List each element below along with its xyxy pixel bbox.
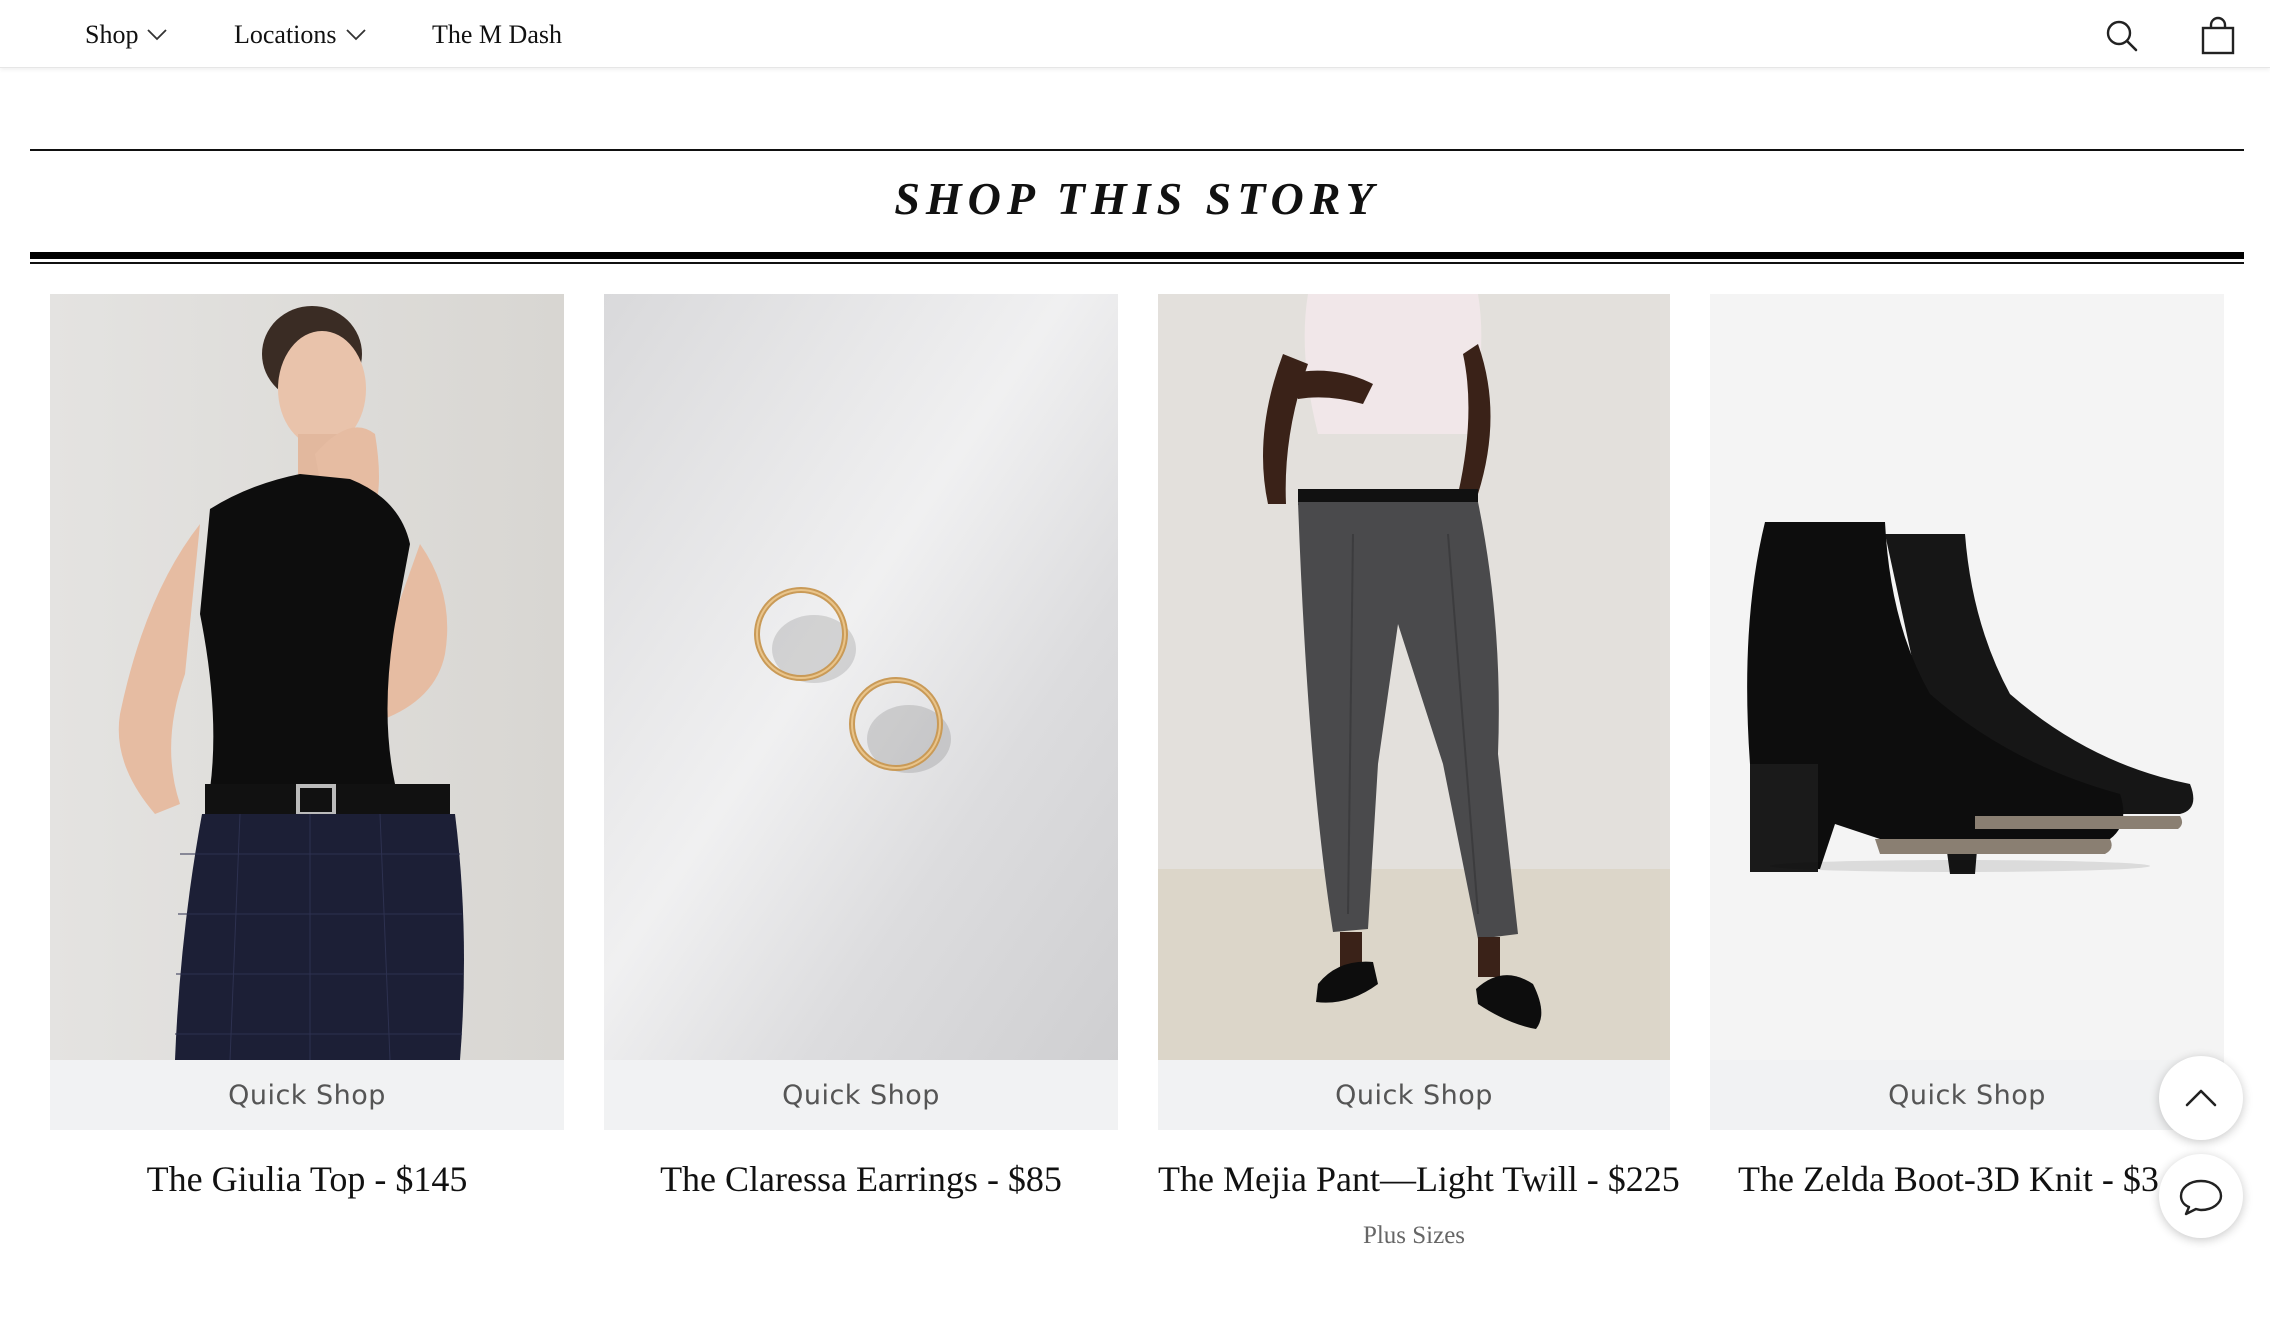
product-image[interactable] xyxy=(604,294,1118,1060)
product-name-price[interactable]: The Claressa Earrings - $85 xyxy=(604,1158,1118,1200)
gold-hoop-earrings-image xyxy=(604,294,1118,1060)
search-icon xyxy=(2106,20,2138,52)
divider-top xyxy=(30,149,2244,151)
product-image[interactable] xyxy=(50,294,564,1060)
product-image[interactable] xyxy=(1158,294,1670,1060)
product-card: Quick Shop The Mejia Pant—Light Twill - … xyxy=(1158,294,1680,1250)
nav-shop[interactable]: Shop xyxy=(85,18,168,52)
nav-locations[interactable]: Locations xyxy=(234,18,367,52)
nav-locations-label: Locations xyxy=(234,20,337,49)
model-grey-pant-image xyxy=(1158,294,1670,1060)
divider-thin xyxy=(30,262,2244,264)
quick-shop-button[interactable]: Quick Shop xyxy=(1158,1060,1670,1130)
back-to-top-button[interactable] xyxy=(2159,1056,2243,1140)
nav-the-m-dash-label: The M Dash xyxy=(432,20,562,49)
top-nav: Shop Locations The M Dash xyxy=(0,0,2270,68)
chevron-down-icon xyxy=(147,29,168,41)
search-button[interactable] xyxy=(2102,16,2142,56)
product-name-price[interactable]: The Mejia Pant—Light Twill - $225 xyxy=(1158,1158,1680,1200)
chat-bubble-icon xyxy=(2179,1179,2223,1216)
quick-shop-button[interactable]: Quick Shop xyxy=(604,1060,1118,1130)
quick-shop-button[interactable]: Quick Shop xyxy=(1710,1060,2224,1130)
black-knit-boots-image xyxy=(1710,294,2224,1060)
model-black-top-image xyxy=(50,294,564,1060)
chevron-up-icon xyxy=(2185,1089,2217,1107)
nav-shop-label: Shop xyxy=(85,20,139,49)
nav-the-m-dash[interactable]: The M Dash xyxy=(432,18,562,52)
chat-button[interactable] xyxy=(2159,1154,2243,1238)
product-size-note[interactable]: Plus Sizes xyxy=(1158,1222,1670,1250)
product-name-price[interactable]: The Zelda Boot-3D Knit - $3 xyxy=(1710,1158,2224,1200)
shopping-bag-button[interactable] xyxy=(2198,16,2238,56)
story-title: SHOP THIS STORY xyxy=(894,173,1380,224)
quick-shop-button[interactable]: Quick Shop xyxy=(50,1060,564,1130)
chevron-down-icon xyxy=(345,29,366,41)
product-card: Quick Shop The Claressa Earrings - $85 xyxy=(604,294,1118,1200)
product-card: Quick Shop The Giulia Top - $145 xyxy=(50,294,564,1200)
product-card: Quick Shop The Zelda Boot-3D Knit - $3 xyxy=(1710,294,2224,1200)
product-name-price[interactable]: The Giulia Top - $145 xyxy=(50,1158,564,1200)
shopping-bag-icon xyxy=(2201,16,2235,55)
divider-thick xyxy=(30,252,2244,259)
product-image[interactable] xyxy=(1710,294,2224,1060)
